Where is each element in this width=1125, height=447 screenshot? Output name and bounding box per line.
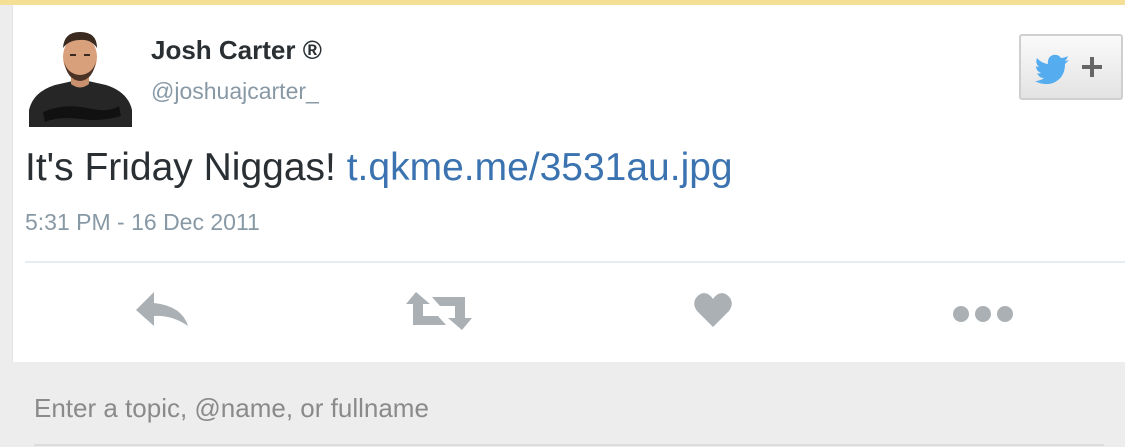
search-input[interactable] — [34, 388, 734, 428]
avatar-illustration-icon — [29, 26, 132, 127]
tweet-text: It's Friday Niggas! t.qkme.me/3531au.jpg — [25, 146, 733, 190]
favorite-button[interactable] — [693, 290, 733, 335]
user-handle[interactable]: @joshuajcarter_ — [151, 78, 319, 105]
user-avatar[interactable] — [29, 26, 132, 127]
follow-button[interactable] — [1019, 34, 1123, 100]
tweet-body: It's Friday Niggas! — [25, 146, 347, 189]
ellipsis-icon — [953, 306, 1013, 322]
tweet-card: Josh Carter ® @joshuajcarter_ It's Frida… — [12, 5, 1125, 362]
reply-button[interactable] — [134, 290, 190, 335]
more-button[interactable] — [951, 304, 1023, 329]
twitter-bird-plus-icon — [1035, 54, 1102, 85]
search-underline — [34, 444, 1104, 446]
retweet-icon — [406, 292, 472, 330]
user-display-name[interactable]: Josh Carter ® — [151, 35, 322, 66]
search-bar — [12, 362, 1125, 447]
reply-icon — [136, 292, 188, 326]
heart-icon — [694, 293, 732, 327]
divider — [25, 261, 1125, 263]
retweet-button[interactable] — [406, 290, 472, 337]
tweet-timestamp[interactable]: 5:31 PM - 16 Dec 2011 — [25, 209, 260, 236]
tweet-link[interactable]: t.qkme.me/3531au.jpg — [347, 146, 733, 189]
